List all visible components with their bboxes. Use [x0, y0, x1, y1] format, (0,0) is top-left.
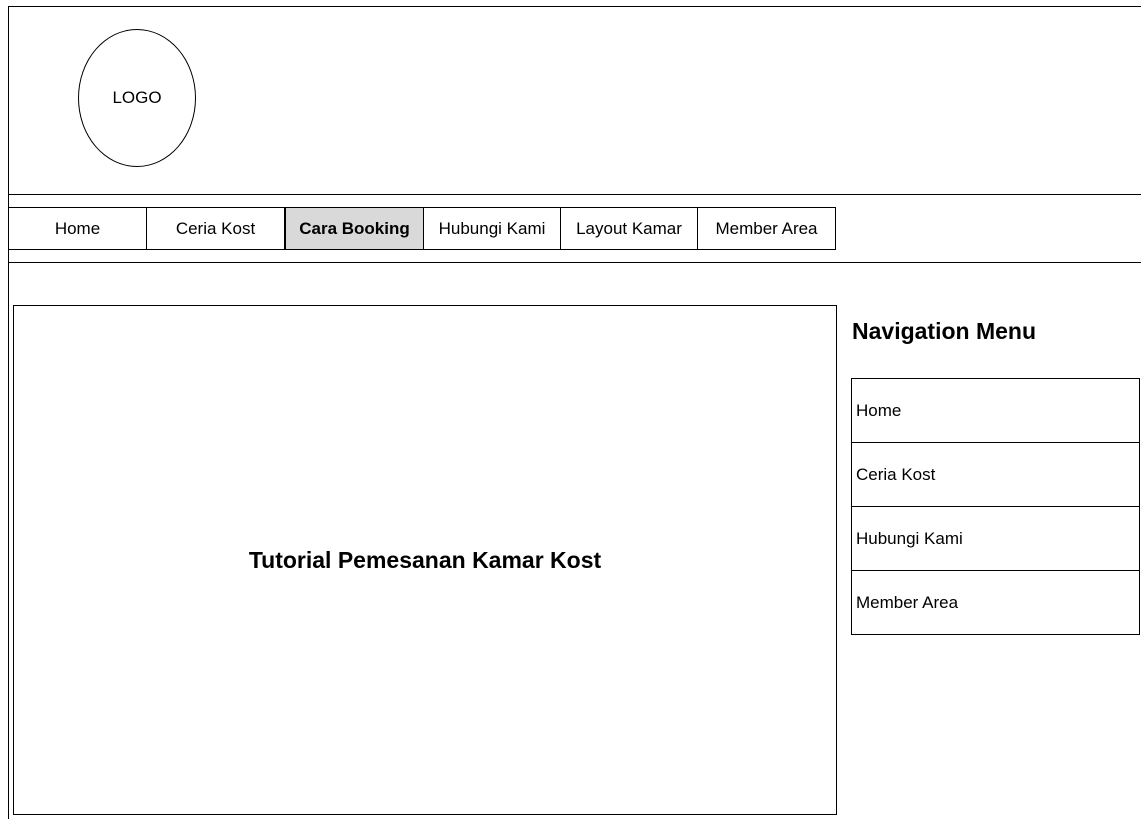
logo-text: LOGO	[112, 88, 162, 107]
sidebar-title: Navigation Menu	[852, 318, 1037, 344]
top-nav: Home Ceria Kost Cara Booking Hubungi Kam…	[9, 207, 836, 250]
top-nav-item-label: Ceria Kost	[175, 218, 256, 238]
sidebar-item-label: Home	[856, 400, 902, 420]
sidebar-item-label: Member Area	[856, 592, 959, 612]
top-nav-item-label: Member Area	[715, 218, 818, 238]
top-nav-item-layout-kamar[interactable]: Layout Kamar	[561, 208, 698, 249]
top-nav-item-label: Hubungi Kami	[438, 218, 546, 238]
nav-divider	[8, 262, 1141, 263]
top-nav-item-ceria-kost[interactable]: Ceria Kost	[147, 208, 285, 249]
main-content: Tutorial Pemesanan Kamar Kost	[13, 305, 837, 815]
logo[interactable]: LOGO	[78, 29, 196, 167]
sidebar-menu: Home Ceria Kost Hubungi Kami Member Area	[851, 378, 1140, 635]
page-frame-top	[8, 6, 1141, 7]
top-nav-item-member-area[interactable]: Member Area	[698, 208, 836, 249]
sidebar-item-hubungi-kami[interactable]: Hubungi Kami	[852, 507, 1139, 571]
sidebar-item-label: Ceria Kost	[856, 464, 936, 484]
page-frame-left	[8, 6, 9, 819]
header-divider	[8, 194, 1141, 195]
sidebar-item-label: Hubungi Kami	[856, 528, 963, 548]
top-nav-item-cara-booking[interactable]: Cara Booking	[285, 208, 424, 249]
sidebar-item-member-area[interactable]: Member Area	[852, 571, 1139, 634]
top-nav-item-label: Home	[54, 218, 101, 238]
top-nav-item-home[interactable]: Home	[9, 208, 147, 249]
top-nav-item-hubungi-kami[interactable]: Hubungi Kami	[424, 208, 561, 249]
top-nav-item-label: Cara Booking	[299, 218, 410, 238]
top-nav-item-label: Layout Kamar	[576, 218, 682, 238]
content-title: Tutorial Pemesanan Kamar Kost	[248, 546, 602, 573]
sidebar-item-ceria-kost[interactable]: Ceria Kost	[852, 443, 1139, 507]
sidebar-item-home[interactable]: Home	[852, 379, 1139, 443]
